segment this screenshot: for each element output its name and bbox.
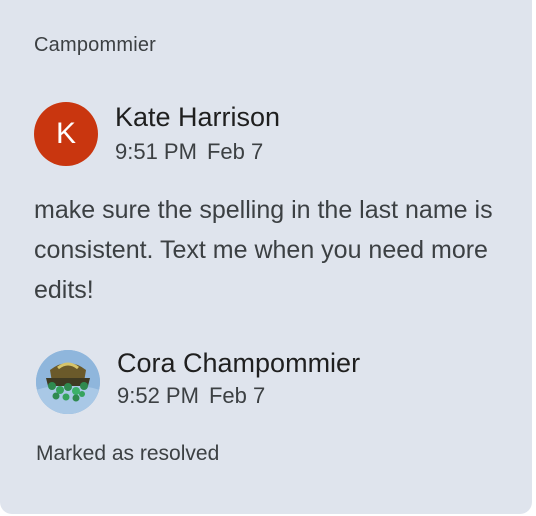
comment-time: 9:51 PM [115, 139, 197, 164]
reply-author: Cora Champommier [117, 348, 361, 378]
avatar-letter: K [55, 117, 76, 150]
resolved-status: Marked as resolved [36, 442, 220, 465]
comment-timestamp: 9:51 PM Feb 7 [115, 139, 263, 165]
reply-date: Feb 7 [208, 383, 266, 408]
reply-time: 9:52 PM [117, 383, 199, 408]
comment-date: Feb 7 [206, 139, 264, 164]
comment-author: Kate Harrison [115, 102, 281, 132]
avatar-photo-icon [36, 350, 100, 414]
thread-context-title: Campommier [34, 34, 157, 56]
reply-timestamp: 9:52 PM Feb 7 [117, 383, 265, 409]
comment-body: make sure the spelling in the last name … [34, 196, 493, 304]
plant-photo-icon [36, 350, 100, 414]
avatar: K [34, 102, 98, 166]
comment-thread-card[interactable]: Campommier K Kate Harrison 9:51 PM Feb 7 … [0, 0, 532, 514]
